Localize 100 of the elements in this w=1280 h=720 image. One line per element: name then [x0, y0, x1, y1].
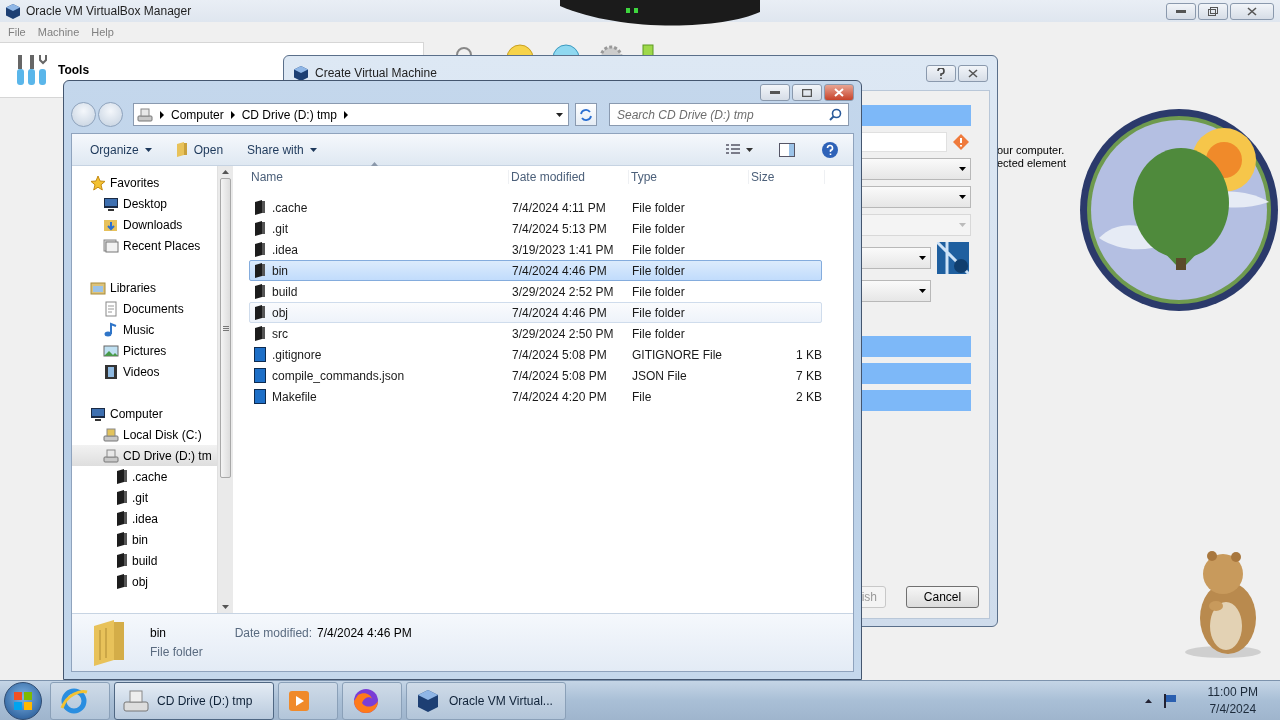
file-name: .git [272, 221, 288, 236]
nav-item[interactable]: Libraries [72, 277, 217, 298]
scroll-down-icon [222, 605, 229, 609]
nav-item[interactable]: .idea [72, 508, 217, 529]
type-cell-text: File folder [631, 305, 686, 320]
date-cell-text: 7/4/2024 5:13 PM [511, 221, 608, 236]
clock-time: 11:00 PM [1207, 685, 1258, 699]
cube-icon [6, 3, 20, 19]
nav-item[interactable]: Desktop [72, 193, 217, 214]
column-header[interactable]: Name [249, 170, 509, 184]
file-row[interactable]: .cache 7/4/2024 4:11 PM File folder [249, 197, 822, 218]
nav-item[interactable]: Music [72, 319, 217, 340]
tools-icon [16, 53, 48, 87]
nav-item[interactable]: Documents [72, 298, 217, 319]
nav-item[interactable]: bin [72, 529, 217, 550]
os-logo-icon [937, 242, 969, 274]
nav-item[interactable]: Pictures [72, 340, 217, 361]
type-cell-text: File folder [631, 326, 686, 341]
column-header[interactable]: Size [749, 170, 825, 184]
taskbar-button[interactable] [50, 681, 110, 720]
dialog-button[interactable]: Cancel [906, 586, 979, 608]
dropdown[interactable] [861, 280, 931, 302]
column-header[interactable]: Type [629, 170, 749, 184]
close-button[interactable] [958, 64, 988, 82]
caret-icon [919, 256, 926, 260]
refresh-button[interactable] [575, 103, 597, 126]
scroll-thumb[interactable] [220, 178, 231, 478]
file-name: Makefile [272, 389, 317, 404]
dialog-title: Create Virtual Machine [315, 66, 437, 80]
folder-icon [116, 469, 128, 484]
chevron-icon [160, 110, 164, 119]
nav-item[interactable]: build [72, 550, 217, 571]
nav-item[interactable]: obj [72, 571, 217, 592]
file-row[interactable]: src 3/29/2024 2:50 PM File folder [249, 323, 822, 344]
minimize-icon [1176, 9, 1186, 13]
nav-item[interactable]: Videos [72, 361, 217, 382]
file-row[interactable]: bin 7/4/2024 4:46 PM File folder [249, 260, 822, 281]
list-view-icon [726, 143, 740, 156]
minimize-button[interactable] [1166, 2, 1196, 20]
nav-item[interactable]: .git [72, 487, 217, 508]
nav-item[interactable]: Downloads [72, 214, 217, 235]
search-field[interactable]: Search CD Drive (D:) tmp [609, 103, 849, 126]
menu-item[interactable]: Help [85, 26, 120, 38]
toolbar-button[interactable]: Open [165, 137, 234, 162]
minimize-button[interactable] [760, 84, 790, 101]
nav-item[interactable]: .cache [72, 466, 217, 487]
taskbar-button[interactable]: CD Drive (D:) tmp [114, 681, 274, 720]
folder-icon [116, 574, 128, 589]
detail-label: Date modified: [234, 626, 313, 640]
file-name: .gitignore [272, 347, 322, 362]
drive-icon [103, 447, 119, 464]
toolbar-button[interactable]: Organize [80, 137, 162, 162]
nav-item[interactable]: Recent Places [72, 235, 217, 256]
nav-item[interactable]: Local Disk (C:) [72, 424, 217, 445]
file-name: build [272, 284, 298, 299]
file-row[interactable]: .git 7/4/2024 5:13 PM File folder [249, 218, 822, 239]
close-icon [1247, 6, 1257, 16]
preview-pane-button[interactable] [779, 142, 795, 157]
close-button[interactable] [824, 84, 854, 101]
folder-icon [254, 200, 266, 215]
help-button[interactable] [821, 140, 839, 159]
taskbar-button[interactable] [342, 681, 402, 720]
menu-item[interactable]: File [2, 26, 32, 38]
restore-button[interactable] [1198, 2, 1228, 20]
menu-item[interactable]: Machine [31, 26, 86, 38]
folder-icon [92, 620, 126, 666]
caret-icon [919, 289, 926, 293]
dropdown[interactable] [861, 247, 931, 269]
text-field[interactable] [861, 132, 947, 152]
file-row[interactable]: .gitignore 7/4/2024 5:08 PM GITIGNORE File 1 KB [249, 344, 822, 365]
landscape-image-icon [103, 342, 119, 359]
file-row[interactable]: compile_commands.json 7/4/2024 5:08 PM JSON File 7 KB [249, 365, 822, 386]
flag-icon [1161, 692, 1178, 709]
file-row[interactable]: build 3/29/2024 2:52 PM File folder [249, 281, 822, 302]
file-row[interactable]: obj 7/4/2024 4:46 PM File folder [249, 302, 822, 323]
help-button[interactable] [926, 64, 956, 82]
file-name: src [272, 326, 288, 341]
maximize-button[interactable] [792, 84, 822, 101]
nav-item[interactable]: CD Drive (D:) tm [72, 445, 217, 466]
file-row[interactable]: .idea 3/19/2023 1:41 PM File folder [249, 239, 822, 260]
nav-item[interactable]: Favorites [72, 172, 217, 193]
film-strip-icon [103, 363, 119, 380]
column-header[interactable]: Date modified [509, 170, 629, 184]
close-button[interactable] [1230, 2, 1274, 20]
minimize-icon [770, 91, 780, 94]
address-bar[interactable]: Computer CD Drive (D:) tmp [133, 103, 569, 126]
scrollbar[interactable] [217, 166, 233, 613]
taskbar-button[interactable]: Oracle VM Virtual... [406, 681, 566, 720]
breadcrumb-item[interactable]: CD Drive (D:) tmp [241, 107, 338, 122]
folder-icon [175, 142, 188, 157]
restore-icon [1208, 6, 1218, 16]
file-row[interactable]: Makefile 7/4/2024 4:20 PM File 2 KB [249, 386, 822, 407]
file-icon [254, 368, 266, 383]
detail-name: bin [150, 626, 167, 640]
size-cell-text: 2 KB [795, 389, 822, 404]
view-menu-button[interactable] [726, 143, 753, 156]
toolbar-button[interactable]: Share with [237, 137, 327, 162]
breadcrumb-item[interactable]: Computer [171, 107, 224, 122]
start-button[interactable] [4, 681, 42, 720]
nav-item[interactable]: Computer [72, 403, 217, 424]
